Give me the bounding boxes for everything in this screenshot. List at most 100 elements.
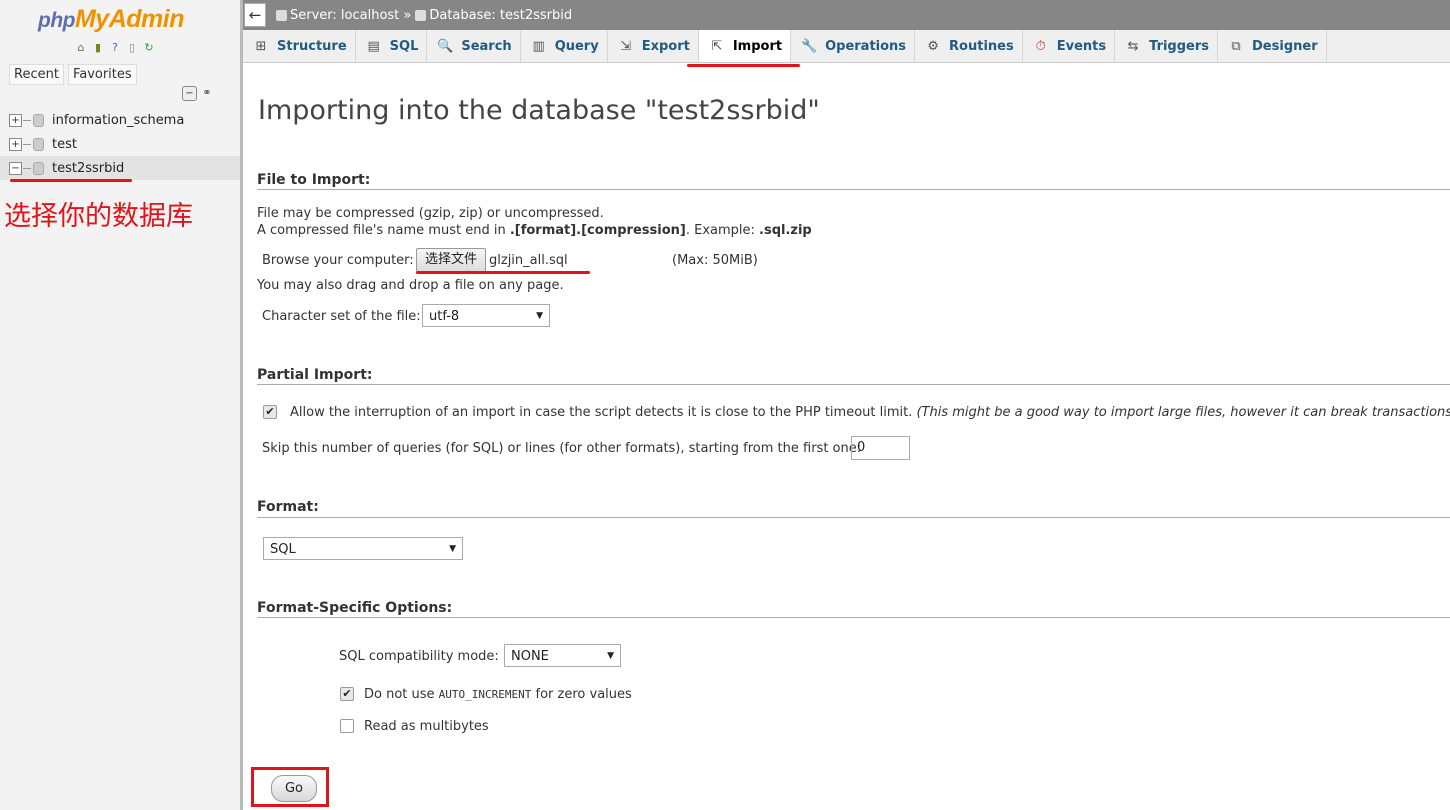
import-icon: ⇱: [711, 38, 723, 54]
note-format: .[format].[compression]: [509, 223, 686, 238]
sql-compat-select[interactable]: NONE ▼: [504, 644, 621, 667]
tree-controls: − ⚭: [182, 86, 214, 101]
clock-icon: ⏱: [1035, 38, 1046, 54]
collapse-icon[interactable]: −: [9, 161, 22, 175]
expand-icon[interactable]: +: [9, 113, 22, 127]
page-title: Importing into the database "test2ssrbid…: [258, 95, 820, 126]
query-icon: ▥: [532, 38, 545, 54]
help-icon[interactable]: ?: [108, 41, 122, 55]
designer-icon: ⧉: [1231, 38, 1241, 54]
tree-connector: [23, 119, 31, 121]
home-icon[interactable]: ⌂: [74, 41, 88, 55]
database-icon: [33, 137, 44, 151]
tab-triggers[interactable]: ⇆ Triggers: [1115, 30, 1219, 62]
note-text: . Example:: [685, 223, 760, 238]
tree-connector: [23, 143, 31, 145]
option-text: for zero values: [531, 687, 632, 702]
tab-routines[interactable]: ⚙ Routines: [915, 30, 1023, 62]
go-button[interactable]: Go: [271, 775, 317, 802]
tab-label: Routines: [949, 38, 1014, 54]
docs-icon[interactable]: ▯: [125, 41, 139, 55]
read-multibytes-checkbox[interactable]: [340, 719, 354, 733]
db-item-test[interactable]: + test: [0, 132, 240, 156]
compressed-name-note: A compressed file's name must end in .[f…: [257, 223, 812, 238]
allow-interrupt-label: Allow the interruption of an import in c…: [290, 405, 1450, 420]
triggers-icon: ⇆: [1127, 38, 1139, 54]
database-icon: [415, 9, 427, 21]
tab-operations[interactable]: 🔧 Operations: [791, 30, 916, 62]
section-divider: [257, 189, 1450, 190]
database-icon: [33, 113, 44, 127]
format-options-title: Format-Specific Options:: [257, 600, 453, 616]
section-divider: [257, 517, 1450, 518]
breadcrumb-bar: ← Server: localhost » Database: test2ssr…: [243, 0, 1450, 30]
sidebar-resize-handle[interactable]: [240, 0, 243, 810]
collapse-all-icon[interactable]: −: [182, 86, 197, 101]
tab-label: Import: [732, 38, 783, 54]
breadcrumb-database-label: Database: test2ssrbid: [429, 7, 573, 23]
partial-import-title: Partial Import:: [257, 367, 373, 383]
tab-export[interactable]: ⇲ Export: [608, 30, 699, 62]
favorites-button[interactable]: Favorites: [67, 64, 137, 85]
dropdown-arrow-icon: ▼: [536, 311, 543, 321]
breadcrumb-server-label: Server: localhost »: [290, 7, 412, 23]
tab-events[interactable]: ⏱ Events: [1023, 30, 1116, 62]
annotation-select-database: 选择你的数据库: [4, 201, 193, 232]
skip-queries-label: Skip this number of queries (for SQL) or…: [262, 441, 862, 456]
database-icon: [33, 161, 44, 175]
browse-label: Browse your computer:: [262, 253, 414, 268]
dropdown-arrow-icon: ▼: [449, 544, 456, 554]
note-text: A compressed file's name must end in: [257, 223, 510, 238]
tab-query[interactable]: ▥ Query: [521, 30, 608, 62]
max-size-label: (Max: 50MiB): [672, 253, 758, 268]
tab-designer[interactable]: ⧉ Designer: [1218, 30, 1327, 62]
link-icon[interactable]: ⚭: [200, 86, 214, 100]
format-select[interactable]: SQL ▼: [263, 537, 463, 560]
breadcrumb-server[interactable]: Server: localhost »: [276, 8, 411, 23]
compression-note: File may be compressed (gzip, zip) or un…: [257, 206, 604, 221]
tab-label: Operations: [825, 38, 907, 54]
database-tree: + information_schema + test − test2ssrbi…: [0, 108, 240, 180]
structure-icon: ⊞: [255, 38, 267, 54]
tab-label: Triggers: [1149, 38, 1210, 54]
tab-label: SQL: [389, 38, 419, 54]
tab-sql[interactable]: ▤ SQL: [356, 30, 428, 62]
reload-icon[interactable]: ↻: [142, 41, 156, 55]
allow-interrupt-text: Allow the interruption of an import in c…: [290, 405, 913, 420]
tab-label: Structure: [277, 38, 347, 54]
drag-drop-hint: You may also drag and drop a file on any…: [257, 278, 564, 293]
export-icon: ⇲: [620, 38, 632, 54]
phpmyadmin-logo[interactable]: phpMyAdmin: [38, 5, 184, 34]
tab-label: Export: [641, 38, 690, 54]
tab-import[interactable]: ⇱ Import: [698, 30, 792, 62]
collapse-sidebar-button[interactable]: ←: [244, 3, 266, 27]
db-item-information-schema[interactable]: + information_schema: [0, 108, 240, 132]
tab-structure[interactable]: ⊞ Structure: [243, 30, 356, 62]
db-item-test2ssrbid[interactable]: − test2ssrbid: [0, 156, 240, 180]
logout-icon[interactable]: ▮: [91, 41, 105, 55]
navigation-sidebar: phpMyAdmin ⌂ ▮ ? ▯ ↻ Recent Favorites − …: [0, 0, 241, 810]
breadcrumb-database[interactable]: Database: test2ssrbid: [415, 8, 572, 23]
db-name: test: [52, 136, 77, 152]
option-text: Do not use: [364, 687, 439, 702]
logo-php-text: php: [38, 9, 75, 32]
routines-icon: ⚙: [927, 38, 939, 54]
database-tabs: ⊞ Structure ▤ SQL 🔍 Search ▥ Query ⇲ Export ⇱…: [243, 30, 1450, 63]
tree-connector: [23, 167, 31, 169]
charset-select[interactable]: utf-8 ▼: [422, 304, 550, 327]
choose-file-button[interactable]: 选择文件: [416, 248, 486, 272]
tab-label: Events: [1056, 38, 1107, 54]
db-name: test2ssrbid: [52, 160, 125, 176]
sidebar-quick-icons: ⌂ ▮ ? ▯ ↻: [74, 41, 156, 55]
sql-compat-value: NONE: [511, 649, 549, 664]
db-name: information_schema: [52, 112, 185, 128]
tab-label: Search: [461, 38, 512, 54]
recent-button[interactable]: Recent: [9, 64, 64, 85]
tab-search[interactable]: 🔍 Search: [427, 30, 521, 62]
skip-queries-input[interactable]: 0: [851, 436, 910, 460]
allow-interrupt-checkbox[interactable]: ✔: [263, 405, 277, 419]
expand-icon[interactable]: +: [9, 137, 22, 151]
charset-label: Character set of the file:: [262, 309, 421, 324]
annotation-underline-import-tab: [687, 64, 800, 67]
no-auto-increment-checkbox[interactable]: ✔: [340, 687, 354, 701]
